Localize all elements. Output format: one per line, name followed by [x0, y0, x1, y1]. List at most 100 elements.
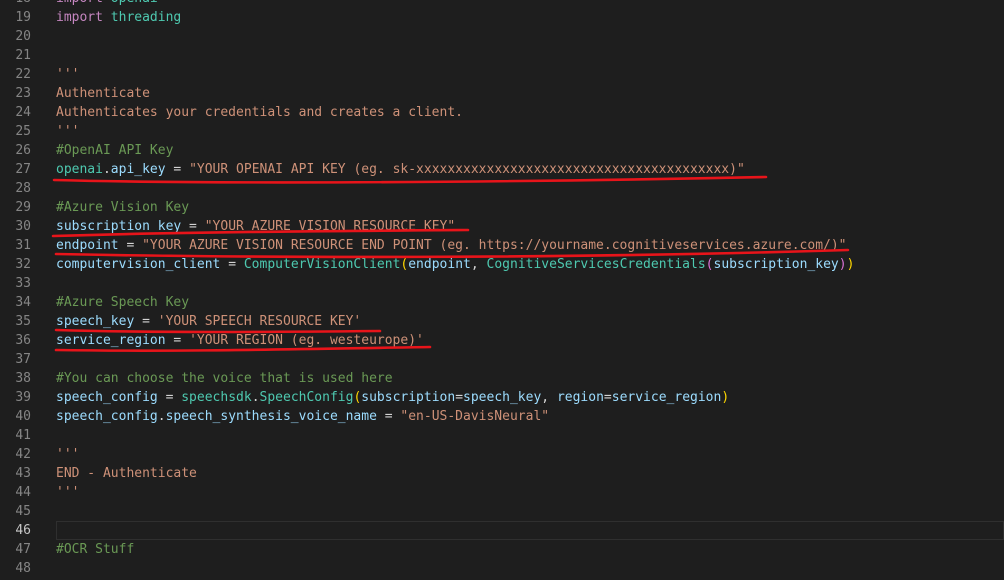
code-text[interactable]: Authenticates your credentials and creat… [56, 103, 1004, 122]
code-text[interactable]: speech_config = speechsdk.SpeechConfig(s… [56, 388, 1004, 407]
code-line[interactable]: 43 END - Authenticate [0, 464, 1004, 483]
code-token: ''' [56, 67, 80, 82]
line-number: 39 [15, 390, 31, 405]
code-text[interactable] [56, 559, 1004, 578]
code-text[interactable]: computervision_client = ComputerVisionCl… [56, 255, 1004, 274]
code-token: "YOUR AZURE VISION RESOURCE END POINT (e… [142, 238, 847, 253]
code-token: #You can choose the voice that is used h… [56, 371, 393, 386]
code-text[interactable] [56, 502, 1004, 521]
code-token: ''' [56, 485, 80, 500]
code-token: ) [838, 257, 847, 272]
line-number: 29 [15, 200, 31, 215]
code-text[interactable]: #OpenAI API Key [56, 141, 1004, 160]
code-token: subscription_key [713, 257, 839, 272]
code-text[interactable]: ''' [56, 122, 1004, 141]
code-token: , [470, 257, 487, 272]
code-token: 'YOUR REGION (eg. westeurope)' [189, 333, 424, 348]
code-lines[interactable]: 18 import openai 19 import threading 20 21 22 '… [0, 0, 1004, 578]
code-text[interactable]: ''' [56, 483, 1004, 502]
code-token: speech_config [56, 390, 158, 405]
code-line[interactable]: 37 [0, 350, 1004, 369]
line-number: 40 [15, 409, 31, 424]
line-number: 21 [15, 48, 31, 63]
code-text[interactable] [56, 350, 1004, 369]
code-line[interactable]: 27 openai.api_key = "YOUR OPENAI API KEY … [0, 160, 1004, 179]
code-line[interactable]: 48 [0, 559, 1004, 578]
code-editor[interactable]: 18 import openai 19 import threading 20 21 22 '… [0, 0, 1004, 580]
code-line[interactable]: 23 Authenticate [0, 84, 1004, 103]
code-line[interactable]: 42 ''' [0, 445, 1004, 464]
line-number: 31 [15, 238, 31, 253]
code-text[interactable]: subscription_key = "YOUR AZURE VISION RE… [56, 217, 1004, 236]
code-line[interactable]: 40 speech_config.speech_synthesis_voice_n… [0, 407, 1004, 426]
code-line[interactable]: 24 Authenticates your credentials and cre… [0, 103, 1004, 122]
code-line[interactable]: 45 [0, 502, 1004, 521]
code-token: ( [705, 257, 714, 272]
line-number: 26 [15, 143, 31, 158]
line-number: 22 [15, 67, 31, 82]
code-line[interactable]: 32 computervision_client = ComputerVision… [0, 255, 1004, 274]
code-text[interactable] [56, 46, 1004, 65]
code-line[interactable]: 18 import openai [0, 0, 1004, 8]
code-line[interactable]: 25 ''' [0, 122, 1004, 141]
code-line[interactable]: 21 [0, 46, 1004, 65]
code-line[interactable]: 44 ''' [0, 483, 1004, 502]
code-text[interactable] [56, 426, 1004, 445]
code-text[interactable]: Authenticate [56, 84, 1004, 103]
code-line[interactable]: 38 #You can choose the voice that is used… [0, 369, 1004, 388]
code-text[interactable]: speech_config.speech_synthesis_voice_nam… [56, 407, 1004, 426]
line-number: 32 [15, 257, 31, 272]
code-line[interactable]: 22 ''' [0, 65, 1004, 84]
code-line[interactable]: 46 [0, 521, 1004, 540]
code-text[interactable]: ''' [56, 65, 1004, 84]
code-line[interactable]: 20 [0, 27, 1004, 46]
code-text[interactable]: openai.api_key = "YOUR OPENAI API KEY (e… [56, 160, 1004, 179]
line-number: 41 [15, 428, 31, 443]
code-text[interactable]: #OCR Stuff [56, 540, 1004, 559]
code-line[interactable]: 26 #OpenAI API Key [0, 141, 1004, 160]
line-number: 33 [15, 276, 31, 291]
code-token: . [102, 162, 111, 177]
code-text[interactable]: #Azure Speech Key [56, 293, 1004, 312]
line-number: 27 [15, 162, 31, 177]
code-text[interactable]: endpoint = "YOUR AZURE VISION RESOURCE E… [56, 236, 1004, 255]
code-text[interactable]: #Azure Vision Key [56, 198, 1004, 217]
line-number: 47 [15, 542, 31, 557]
code-text[interactable]: END - Authenticate [56, 464, 1004, 483]
code-token: ) [721, 390, 730, 405]
code-text[interactable]: import openai [56, 0, 1004, 8]
code-text[interactable] [56, 521, 1004, 540]
code-line[interactable]: 47 #OCR Stuff [0, 540, 1004, 559]
code-text[interactable]: #You can choose the voice that is used h… [56, 369, 1004, 388]
code-text[interactable]: ''' [56, 445, 1004, 464]
code-token: = [165, 162, 190, 177]
code-line[interactable]: 41 [0, 426, 1004, 445]
code-line[interactable]: 35 speech_key = 'YOUR SPEECH RESOURCE KEY… [0, 312, 1004, 331]
code-line[interactable]: 33 [0, 274, 1004, 293]
line-number: 37 [15, 352, 31, 367]
code-line[interactable]: 19 import threading [0, 8, 1004, 27]
code-token: END - Authenticate [56, 466, 197, 481]
code-line[interactable]: 31 endpoint = "YOUR AZURE VISION RESOURCE… [0, 236, 1004, 255]
code-line[interactable]: 36 service_region = 'YOUR REGION (eg. wes… [0, 331, 1004, 350]
code-token: 'YOUR SPEECH RESOURCE KEY' [157, 314, 362, 329]
code-token: "YOUR AZURE VISION RESOURCE KEY" [204, 219, 456, 234]
code-text[interactable] [56, 27, 1004, 46]
code-line[interactable]: 30 subscription_key = "YOUR AZURE VISION … [0, 217, 1004, 236]
code-line[interactable]: 29 #Azure Vision Key [0, 198, 1004, 217]
code-line[interactable]: 28 [0, 179, 1004, 198]
code-text[interactable]: import threading [56, 8, 1004, 27]
line-number: 23 [15, 86, 31, 101]
code-text[interactable]: service_region = 'YOUR REGION (eg. weste… [56, 331, 1004, 350]
code-text[interactable] [56, 274, 1004, 293]
code-line[interactable]: 34 #Azure Speech Key [0, 293, 1004, 312]
code-token: api_key [110, 162, 166, 177]
code-token: openai [111, 0, 158, 6]
code-token: ''' [56, 447, 80, 462]
code-line[interactable]: 39 speech_config = speechsdk.SpeechConfig… [0, 388, 1004, 407]
code-text[interactable]: speech_key = 'YOUR SPEECH RESOURCE KEY' [56, 312, 1004, 331]
code-text[interactable] [56, 179, 1004, 198]
code-token: speech_key [56, 314, 135, 329]
